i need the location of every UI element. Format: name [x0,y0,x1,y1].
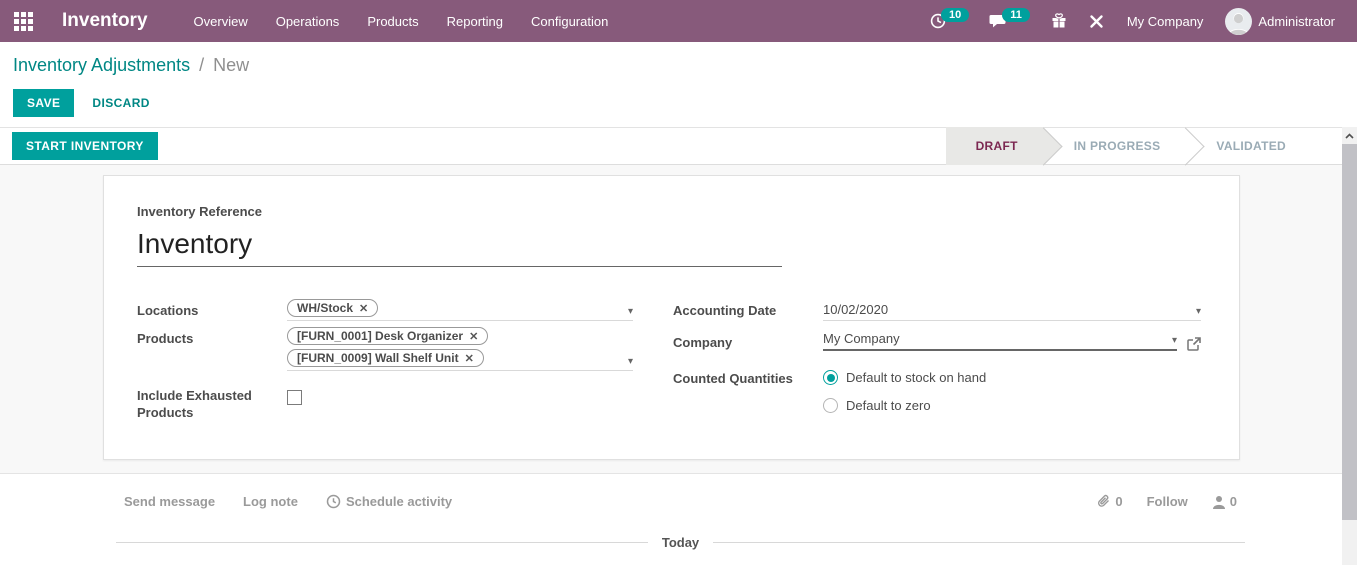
start-inventory-button[interactable]: START INVENTORY [12,132,158,160]
app-title[interactable]: Inventory [62,10,148,32]
products-label: Products [137,325,287,375]
form-left-column: Locations WH/Stock ✕ ▾ [137,297,633,428]
step-in-progress[interactable]: IN PROGRESS [1044,127,1187,165]
accounting-date-label: Accounting Date [673,297,823,324]
radio-unselected-icon [823,398,838,413]
activities-button[interactable]: 10 [921,8,977,34]
discard-button[interactable]: DISCARD [92,96,149,110]
form-view-background: Inventory Reference Locations WH/Stock ✕ [0,165,1357,473]
menu-configuration[interactable]: Configuration [521,8,618,35]
step-validated[interactable]: VALIDATED [1186,127,1312,165]
products-dropdown-icon[interactable]: ▾ [620,356,633,367]
remove-tag-icon[interactable]: ✕ [359,302,368,315]
scrollbar-thumb[interactable] [1342,144,1357,520]
breadcrumb: Inventory Adjustments / New [13,55,1341,76]
include-exhausted-checkbox[interactable] [287,390,302,405]
paperclip-icon [1096,494,1111,509]
remove-tag-icon[interactable]: ✕ [469,330,478,343]
inventory-reference-input[interactable] [137,226,782,267]
radio-default-stock-on-hand[interactable]: Default to stock on hand [823,370,1201,385]
vertical-scrollbar[interactable] [1342,127,1357,565]
breadcrumb-separator: / [195,55,208,75]
statusbar: START INVENTORY DRAFT IN PROGRESS VALIDA… [0,127,1357,165]
avatar [1225,8,1252,35]
today-label: Today [648,535,713,550]
location-tag[interactable]: WH/Stock ✕ [287,299,378,317]
company-value[interactable]: My Company [823,331,900,346]
step-draft[interactable]: DRAFT [946,127,1044,165]
status-steps: DRAFT IN PROGRESS VALIDATED [946,127,1312,165]
apps-menu-icon[interactable] [0,0,46,42]
breadcrumb-root[interactable]: Inventory Adjustments [13,55,190,75]
menu-overview[interactable]: Overview [184,8,258,35]
attachments-count: 0 [1115,494,1122,509]
company-switcher[interactable]: My Company [1117,10,1214,33]
messages-button[interactable]: 11 [981,8,1038,34]
gift-icon [1050,12,1068,30]
control-panel: Inventory Adjustments / New SAVE DISCARD [0,42,1357,127]
log-note-button[interactable]: Log note [243,494,298,509]
menu-products[interactable]: Products [357,8,428,35]
form-sheet: Inventory Reference Locations WH/Stock ✕ [103,175,1240,460]
user-name: Administrator [1258,14,1335,29]
accounting-date-field[interactable]: 10/02/2020 ▾ [823,299,1201,321]
company-label: Company [673,324,823,356]
breadcrumb-current: New [213,55,249,75]
main-menu: Overview Operations Products Reporting C… [184,8,619,35]
chatter: Send message Log note Schedule activity … [0,473,1357,550]
radio-selected-icon [823,370,838,385]
tools-icon [1088,13,1105,30]
followers-count: 0 [1230,494,1237,509]
accounting-date-dropdown-icon[interactable]: ▾ [1188,306,1201,317]
clock-icon [326,494,341,509]
top-navbar: Inventory Overview Operations Products R… [0,0,1357,42]
inventory-reference-label: Inventory Reference [137,204,1206,219]
control-panel-buttons: SAVE DISCARD [13,89,1341,117]
person-icon [1212,495,1226,509]
locations-label: Locations [137,297,287,325]
scroll-up-icon[interactable] [1342,127,1357,144]
include-exhausted-label: Include Exhausted Products [137,375,287,428]
followers-button[interactable]: 0 [1212,494,1237,509]
form-right-column: Accounting Date 10/02/2020 ▾ Company My … [673,297,1201,428]
company-field[interactable]: My Company ▾ [823,329,1177,351]
accounting-date-value[interactable]: 10/02/2020 [823,302,888,317]
products-field[interactable]: [FURN_0001] Desk Organizer ✕ [FURN_0009]… [287,327,633,371]
activities-count-badge: 10 [941,8,969,22]
remove-tag-icon[interactable]: ✕ [465,352,474,365]
external-link-icon[interactable] [1187,337,1201,351]
today-divider: Today [116,535,1245,550]
gift-button[interactable] [1042,8,1076,34]
locations-field[interactable]: WH/Stock ✕ ▾ [287,299,633,321]
locations-dropdown-icon[interactable]: ▾ [620,306,633,317]
user-menu[interactable]: Administrator [1217,4,1347,39]
messages-count-badge: 11 [1002,8,1030,22]
save-button[interactable]: SAVE [13,89,74,117]
product-tag[interactable]: [FURN_0009] Wall Shelf Unit ✕ [287,349,484,367]
schedule-activity-button[interactable]: Schedule activity [326,494,452,509]
systray: 10 11 [921,4,1347,39]
product-tag[interactable]: [FURN_0001] Desk Organizer ✕ [287,327,488,345]
counted-quantities-label: Counted Quantities [673,356,823,428]
menu-reporting[interactable]: Reporting [437,8,513,35]
debug-tools-button[interactable] [1080,9,1113,34]
grid-icon [14,12,33,31]
attachments-button[interactable]: 0 [1096,494,1122,509]
send-message-button[interactable]: Send message [124,494,215,509]
radio-default-to-zero[interactable]: Default to zero [823,398,1201,413]
form-columns: Locations WH/Stock ✕ ▾ [137,297,1206,428]
follow-button[interactable]: Follow [1147,494,1188,509]
company-dropdown-icon[interactable]: ▾ [1164,335,1177,346]
menu-operations[interactable]: Operations [266,8,350,35]
